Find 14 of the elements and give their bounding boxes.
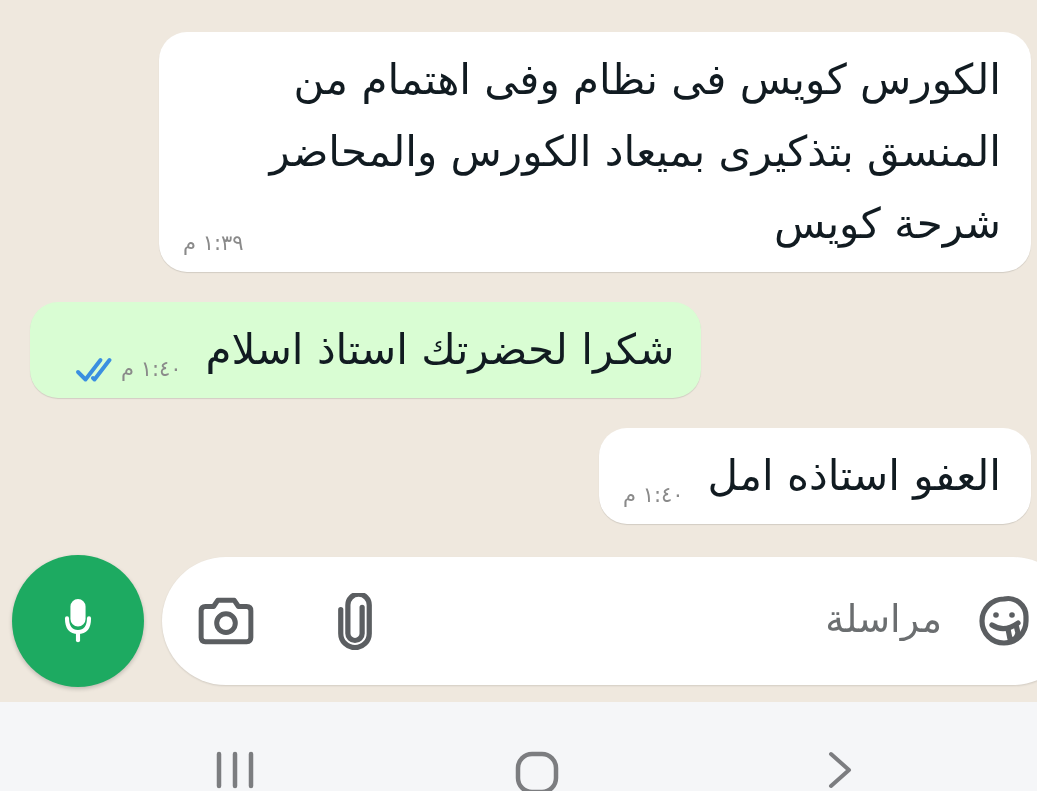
home-icon[interactable] [515, 751, 559, 791]
message-input[interactable]: مراسلة [375, 594, 942, 644]
message-time: ١:٤٠ م [623, 482, 684, 509]
recent-apps-icon[interactable] [215, 751, 255, 789]
mic-icon [64, 599, 92, 643]
message-text: الكورس كويس فى نظام وفى اهتمام من المنسق بتذكيرى بميعاد الكورس والمحاضر شرحة كويس [269, 55, 1001, 248]
emoji-icon[interactable] [978, 594, 1030, 648]
message-time: ١:٤٠ م [121, 356, 182, 383]
message-time: ١:٣٩ م [183, 230, 244, 257]
chevron-right-icon[interactable] [828, 751, 852, 789]
camera-icon[interactable] [197, 596, 255, 646]
paperclip-icon[interactable] [335, 592, 375, 650]
message-text: شكرا لحضرتك استاذ اسلام [205, 325, 675, 374]
message-text: العفو استاذه امل [707, 451, 1001, 500]
